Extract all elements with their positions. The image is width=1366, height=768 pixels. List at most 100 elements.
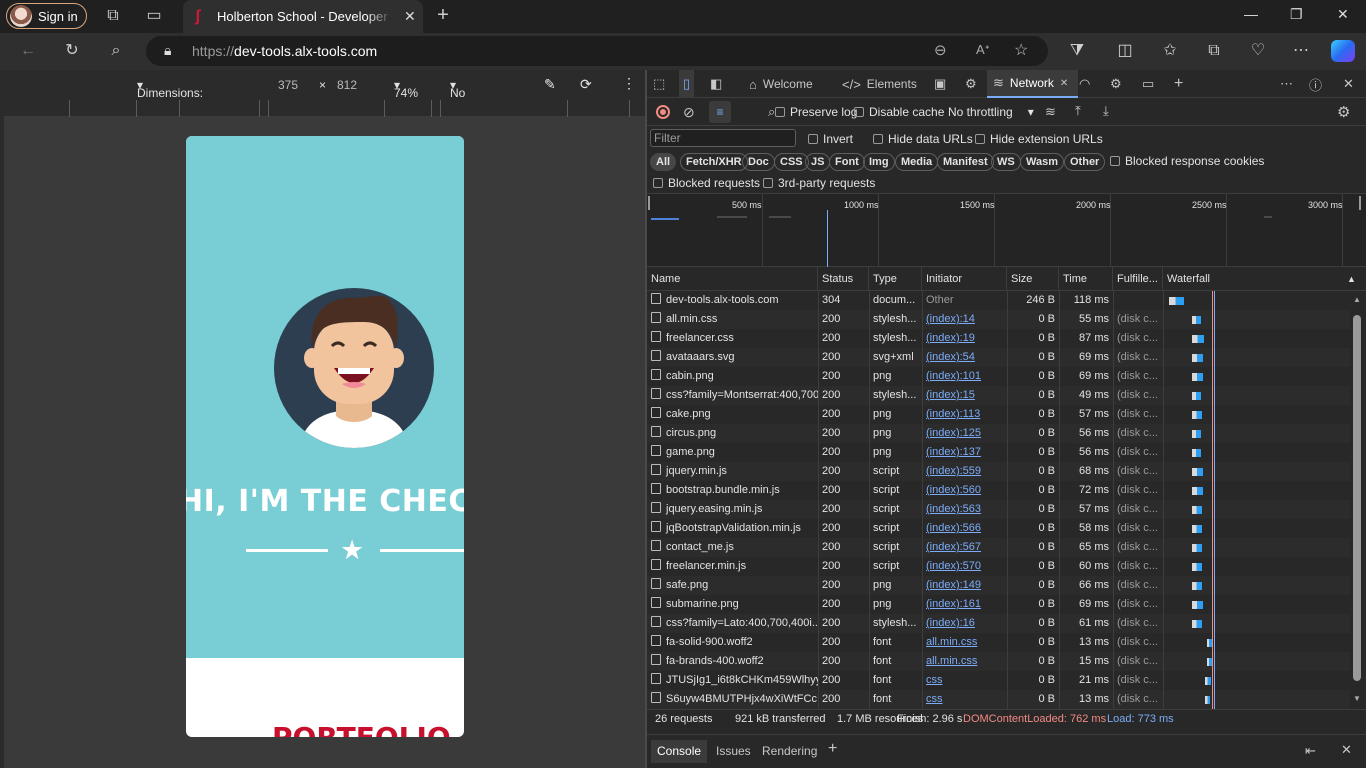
- type-filter-manifest[interactable]: Manifest: [937, 153, 994, 171]
- request-row[interactable]: freelancer.min.js 200 script (index):570 0 B…: [647, 557, 1350, 576]
- close-network-tab-icon[interactable]: ✕: [1060, 78, 1068, 89]
- minimize-icon[interactable]: —: [1244, 6, 1258, 22]
- type-filter-font[interactable]: Font: [829, 153, 865, 171]
- width-field[interactable]: 375: [278, 78, 298, 92]
- settings-gear-tab-icon[interactable]: ⚙: [1110, 70, 1122, 98]
- request-initiator[interactable]: (index):125: [922, 424, 1007, 443]
- scroll-up-icon[interactable]: ▲: [1353, 295, 1361, 304]
- record-icon[interactable]: [656, 105, 670, 119]
- request-row[interactable]: jqBootstrapValidation.min.js 200 script (in…: [647, 519, 1350, 538]
- new-tab-icon[interactable]: +: [433, 5, 453, 25]
- request-initiator[interactable]: (index):101: [922, 367, 1007, 386]
- request-row[interactable]: jquery.min.js 200 script (index):559 0 B 68 m…: [647, 462, 1350, 481]
- request-row[interactable]: bootstrap.bundle.min.js 200 script (index):…: [647, 481, 1350, 500]
- overview-left-handle[interactable]: [648, 196, 650, 210]
- inspect-icon[interactable]: ⬚: [653, 70, 665, 98]
- clear-icon[interactable]: ⊘: [683, 104, 695, 121]
- type-filter-img[interactable]: Img: [863, 153, 895, 171]
- hide-extension-urls-checkbox[interactable]: Hide extension URLs: [975, 132, 1103, 146]
- close-drawer-icon[interactable]: ✕: [1341, 742, 1352, 758]
- request-initiator[interactable]: (index):137: [922, 443, 1007, 462]
- request-row[interactable]: all.min.css 200 stylesh... (index):14 0 B 55 …: [647, 310, 1350, 329]
- request-row[interactable]: S6uyw4BMUTPHjx4wXiWtFCc.woff2 200 font css 0…: [647, 690, 1350, 709]
- type-filter-all[interactable]: All: [650, 153, 677, 171]
- restore-icon[interactable]: ❐: [1290, 6, 1303, 23]
- request-row[interactable]: circus.png 200 png (index):125 0 B 56 ms (disk…: [647, 424, 1350, 443]
- request-row[interactable]: cabin.png 200 png (index):101 0 B 69 ms (disk …: [647, 367, 1350, 386]
- request-initiator[interactable]: (index):161: [922, 595, 1007, 614]
- tab-network[interactable]: ≋ Network ✕: [987, 70, 1079, 98]
- request-row[interactable]: css?family=Montserrat:400,700 200 stylesh.…: [647, 386, 1350, 405]
- request-table-scrollbar[interactable]: ▲ ▼: [1350, 291, 1366, 709]
- tab-elements[interactable]: </> Elements: [842, 70, 917, 98]
- type-filter-css[interactable]: CSS: [774, 153, 809, 171]
- drawer-tab-console[interactable]: Console: [651, 740, 708, 763]
- extensions-icon[interactable]: ⧩: [1067, 41, 1087, 61]
- application-icon[interactable]: ▭: [1142, 70, 1154, 98]
- favorites-icon[interactable]: ✩: [1160, 41, 1180, 61]
- profile-signin-button[interactable]: Sign in: [6, 3, 87, 29]
- sources-bug-icon[interactable]: ⚙: [965, 70, 977, 98]
- help-icon[interactable]: ⓘ: [1309, 70, 1322, 98]
- type-filter-fetch-xhr[interactable]: Fetch/XHR: [680, 153, 748, 171]
- rotate-icon[interactable]: ⟳: [580, 76, 592, 93]
- type-filter-doc[interactable]: Doc: [742, 153, 775, 171]
- request-initiator[interactable]: (index):113: [922, 405, 1007, 424]
- request-row[interactable]: cake.png 200 png (index):113 0 B 57 ms (disk c…: [647, 405, 1350, 424]
- blocked-response-cookies-checkbox[interactable]: Blocked response cookies: [1110, 154, 1264, 168]
- collections-icon[interactable]: ⧉: [1204, 41, 1224, 61]
- request-row[interactable]: freelancer.css 200 stylesh... (index):19 0 B…: [647, 329, 1350, 348]
- request-initiator[interactable]: (index):19: [922, 329, 1007, 348]
- tab-actions-icon[interactable]: ▭: [144, 6, 164, 26]
- column-time[interactable]: Time: [1059, 267, 1113, 291]
- devtools-more-icon[interactable]: ⋯: [1280, 70, 1293, 98]
- console-tool-icon[interactable]: ▣: [934, 70, 946, 98]
- column-status[interactable]: Status: [818, 267, 869, 291]
- tab-welcome[interactable]: ⌂ Welcome: [749, 70, 813, 98]
- invert-checkbox[interactable]: Invert: [808, 132, 853, 146]
- filter-toggle-icon[interactable]: ≡: [709, 101, 731, 123]
- request-initiator[interactable]: (index):559: [922, 462, 1007, 481]
- height-field[interactable]: 812: [337, 78, 357, 92]
- request-initiator[interactable]: (index):567: [922, 538, 1007, 557]
- zoom-icon[interactable]: ⊖: [934, 41, 947, 59]
- device-more-icon[interactable]: ⋮: [622, 75, 636, 92]
- browser-tab-active[interactable]: ʃ Holberton School - Developer to ✕: [183, 0, 423, 33]
- column-waterfall[interactable]: Waterfall ▲: [1163, 267, 1366, 291]
- type-filter-wasm[interactable]: Wasm: [1020, 153, 1064, 171]
- refresh-icon[interactable]: ↻: [62, 41, 82, 61]
- request-row[interactable]: fa-brands-400.woff2 200 font all.min.css 0 B…: [647, 652, 1350, 671]
- request-row[interactable]: jquery.easing.min.js 200 script (index):563…: [647, 500, 1350, 519]
- hide-data-urls-checkbox[interactable]: Hide data URLs: [873, 132, 973, 146]
- request-initiator[interactable]: (index):15: [922, 386, 1007, 405]
- performance-tool-icon[interactable]: ◠: [1079, 70, 1090, 98]
- request-row[interactable]: dev-tools.alx-tools.com 304 docum... Other 2…: [647, 291, 1350, 310]
- import-har-icon[interactable]: ⤒: [1075, 103, 1081, 119]
- request-row[interactable]: submarine.png 200 png (index):161 0 B 69 ms (d…: [647, 595, 1350, 614]
- request-row[interactable]: avataaars.svg 200 svg+xml (index):54 0 B 69 m…: [647, 348, 1350, 367]
- request-initiator[interactable]: (index):566: [922, 519, 1007, 538]
- close-tab-icon[interactable]: ✕: [404, 8, 416, 25]
- third-party-requests-checkbox[interactable]: 3rd-party requests: [763, 176, 875, 190]
- overview-right-handle[interactable]: [1359, 196, 1361, 210]
- scroll-thumb[interactable]: [1353, 315, 1361, 681]
- type-filter-other[interactable]: Other: [1064, 153, 1106, 171]
- workspaces-icon[interactable]: ⧉: [103, 6, 123, 26]
- request-row[interactable]: fa-solid-900.woff2 200 font all.min.css 0 B 1…: [647, 633, 1350, 652]
- sensor-icon[interactable]: ✎: [544, 76, 556, 93]
- drawer-tab-rendering[interactable]: Rendering: [756, 740, 823, 763]
- close-devtools-icon[interactable]: ✕: [1343, 70, 1354, 98]
- request-row[interactable]: css?family=Lato:400,700,400i... 200 styles…: [647, 614, 1350, 633]
- add-drawer-tab-icon[interactable]: +: [828, 740, 837, 758]
- dock-drawer-icon[interactable]: ⇤: [1305, 743, 1316, 759]
- request-initiator[interactable]: (index):149: [922, 576, 1007, 595]
- type-filter-js[interactable]: JS: [805, 153, 831, 171]
- request-initiator[interactable]: (index):16: [922, 614, 1007, 633]
- network-throttling-dropdown[interactable]: No throttling ▾: [948, 105, 1034, 119]
- url-input[interactable]: 🔒︎ https:// dev-tools.alx-tools.com ⊖ Aᐩ…: [146, 36, 1048, 66]
- favorite-star-icon[interactable]: ☆: [1014, 40, 1028, 60]
- lock-icon[interactable]: 🔒︎: [164, 42, 171, 59]
- add-tool-icon[interactable]: +: [1174, 70, 1183, 98]
- type-filter-ws[interactable]: WS: [991, 153, 1021, 171]
- more-menu-icon[interactable]: ⋯: [1291, 41, 1311, 61]
